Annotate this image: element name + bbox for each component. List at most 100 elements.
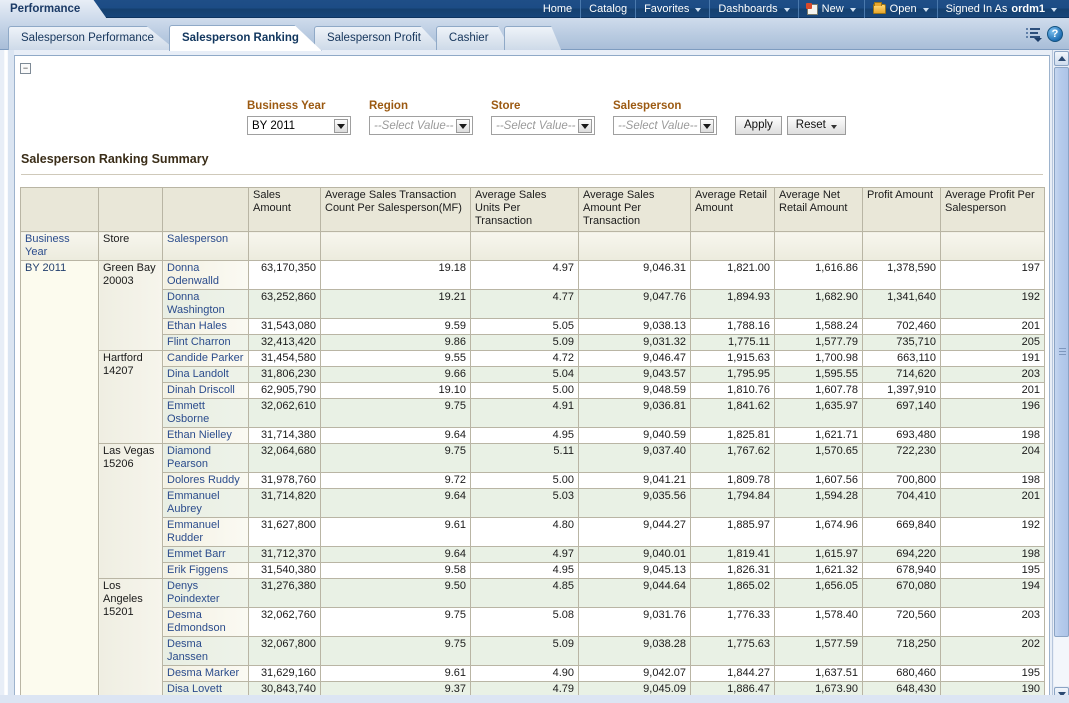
- cell-measure-7: 697,140: [863, 399, 941, 428]
- salesperson-link[interactable]: Disa Lovett: [167, 683, 222, 695]
- cell-measure-4: 9,036.81: [579, 399, 691, 428]
- table-header-sub-row: Business Year Store Salesperson: [21, 232, 1045, 261]
- tab-salesperson-ranking[interactable]: Salesperson Ranking: [169, 25, 322, 51]
- salesperson-link[interactable]: Emmet Barr: [167, 548, 226, 560]
- table-body: BY 2011Green Bay20003Donna Odenwalld63,1…: [21, 261, 1045, 701]
- cell-salesperson[interactable]: Donna Washington: [163, 290, 249, 319]
- cell-measure-3: 5.08: [471, 608, 579, 637]
- cell-salesperson[interactable]: Denys Poindexter: [163, 579, 249, 608]
- table-row: Erik Figgens31,540,3809.584.959,045.131,…: [21, 563, 1045, 579]
- tab-salesperson-performance[interactable]: Salesperson Performance: [8, 26, 177, 51]
- store-select[interactable]: --Select Value--: [491, 116, 595, 135]
- region-select[interactable]: --Select Value--: [369, 116, 473, 135]
- cell-salesperson[interactable]: Ethan Hales: [163, 319, 249, 335]
- column-header-link[interactable]: Salesperson: [167, 233, 228, 245]
- cell-measure-7: 694,220: [863, 547, 941, 563]
- salesperson-link[interactable]: Ethan Hales: [167, 320, 227, 332]
- nav-favorites[interactable]: Favorites: [636, 0, 710, 18]
- column-header-link[interactable]: Business Year: [25, 233, 70, 258]
- cell-salesperson[interactable]: Desma Janssen: [163, 637, 249, 666]
- page-options-icon[interactable]: [1026, 28, 1041, 41]
- page-horizontal-scrollbar[interactable]: [0, 695, 1069, 703]
- column-header-salesperson[interactable]: Salesperson: [163, 232, 249, 261]
- column-header-label: Store: [103, 233, 129, 245]
- cell-salesperson[interactable]: Flint Charron: [163, 335, 249, 351]
- reset-button[interactable]: Reset: [787, 116, 846, 135]
- cell-store: Green Bay20003: [99, 261, 163, 351]
- scrollbar-track[interactable]: [1054, 67, 1069, 686]
- cell-measure-1: 31,540,380: [249, 563, 321, 579]
- salesperson-link[interactable]: Emmanuel Aubrey: [167, 490, 220, 515]
- cell-measure-2: 9.64: [321, 547, 471, 563]
- salesperson-link[interactable]: Donna Odenwalld: [167, 262, 219, 287]
- table-row: Ethan Nielley31,714,3809.644.959,040.591…: [21, 428, 1045, 444]
- cell-salesperson[interactable]: Donna Odenwalld: [163, 261, 249, 290]
- nav-home[interactable]: Home: [535, 0, 581, 18]
- cell-measure-3: 4.85: [471, 579, 579, 608]
- cell-salesperson[interactable]: Emmanuel Rudder: [163, 518, 249, 547]
- salesperson-select[interactable]: --Select Value--: [613, 116, 717, 135]
- collapse-section-button[interactable]: −: [20, 63, 31, 74]
- help-icon[interactable]: ?: [1047, 26, 1063, 42]
- region-value: --Select Value--: [370, 120, 453, 132]
- business-year-select[interactable]: BY 2011: [247, 116, 351, 135]
- salesperson-link[interactable]: Candide Parker: [167, 352, 243, 364]
- cell-salesperson[interactable]: Erik Figgens: [163, 563, 249, 579]
- cell-salesperson[interactable]: Emmett Osborne: [163, 399, 249, 428]
- nav-new[interactable]: New: [799, 0, 865, 18]
- cell-salesperson[interactable]: Ethan Nielley: [163, 428, 249, 444]
- salesperson-link[interactable]: Flint Charron: [167, 336, 231, 348]
- cell-salesperson[interactable]: Candide Parker: [163, 351, 249, 367]
- app-title-tab[interactable]: Performance: [0, 0, 106, 18]
- salesperson-link[interactable]: Ethan Nielley: [167, 429, 232, 441]
- table-row: Los Angeles15201Denys Poindexter31,276,3…: [21, 579, 1045, 608]
- cell-measure-6: 1,570.65: [775, 444, 863, 473]
- cell-salesperson[interactable]: Dina Landolt: [163, 367, 249, 383]
- cell-salesperson[interactable]: Emmet Barr: [163, 547, 249, 563]
- nav-dashboards[interactable]: Dashboards: [710, 0, 798, 18]
- cell-measure-7: 720,560: [863, 608, 941, 637]
- cell-measure-5: 1,795.95: [691, 367, 775, 383]
- cell-measure-7: 735,710: [863, 335, 941, 351]
- salesperson-link[interactable]: Denys Poindexter: [167, 580, 220, 605]
- scrollbar-thumb[interactable]: [1054, 67, 1069, 637]
- apply-button[interactable]: Apply: [735, 116, 782, 135]
- chevron-down-icon[interactable]: [334, 119, 348, 133]
- chevron-down-icon[interactable]: [456, 119, 470, 133]
- cell-measure-1: 32,062,610: [249, 399, 321, 428]
- cell-measure-8: 198: [941, 473, 1045, 489]
- salesperson-link[interactable]: Erik Figgens: [167, 564, 228, 576]
- salesperson-link[interactable]: Dolores Ruddy: [167, 474, 240, 486]
- cell-salesperson[interactable]: Desma Edmondson: [163, 608, 249, 637]
- cell-salesperson[interactable]: Emmanuel Aubrey: [163, 489, 249, 518]
- chevron-down-icon[interactable]: [578, 119, 592, 133]
- scrollbar-grip: [1059, 348, 1066, 356]
- column-header-blank-11: [941, 232, 1045, 261]
- salesperson-link[interactable]: Diamond Pearson: [167, 445, 211, 470]
- cell-salesperson[interactable]: Dolores Ruddy: [163, 473, 249, 489]
- scroll-up-button[interactable]: [1054, 51, 1069, 66]
- cell-measure-3: 5.00: [471, 383, 579, 399]
- cell-salesperson[interactable]: Desma Marker: [163, 666, 249, 682]
- salesperson-link[interactable]: Dinah Driscoll: [167, 384, 235, 396]
- tab-salesperson-profit[interactable]: Salesperson Profit: [314, 26, 444, 51]
- cell-measure-5: 1,809.78: [691, 473, 775, 489]
- cell-salesperson[interactable]: Diamond Pearson: [163, 444, 249, 473]
- column-header-business-year[interactable]: Business Year: [21, 232, 99, 261]
- cell-measure-4: 9,046.47: [579, 351, 691, 367]
- salesperson-link[interactable]: Desma Janssen: [167, 638, 208, 663]
- salesperson-link[interactable]: Desma Edmondson: [167, 609, 226, 634]
- tab-cashier[interactable]: Cashier: [436, 26, 512, 51]
- cell-salesperson[interactable]: Dinah Driscoll: [163, 383, 249, 399]
- nav-catalog[interactable]: Catalog: [581, 0, 636, 18]
- salesperson-link[interactable]: Emmanuel Rudder: [167, 519, 220, 544]
- salesperson-link[interactable]: Desma Marker: [167, 667, 239, 679]
- tab-strip-filler: [504, 26, 562, 51]
- nav-open[interactable]: Open: [865, 0, 938, 18]
- chevron-down-icon[interactable]: [700, 119, 714, 133]
- salesperson-link[interactable]: Dina Landolt: [167, 368, 229, 380]
- page-vertical-scrollbar[interactable]: [1052, 50, 1069, 703]
- salesperson-link[interactable]: Emmett Osborne: [167, 400, 209, 425]
- salesperson-link[interactable]: Donna Washington: [167, 291, 225, 316]
- signed-in-as[interactable]: Signed In As ordm1: [938, 0, 1065, 18]
